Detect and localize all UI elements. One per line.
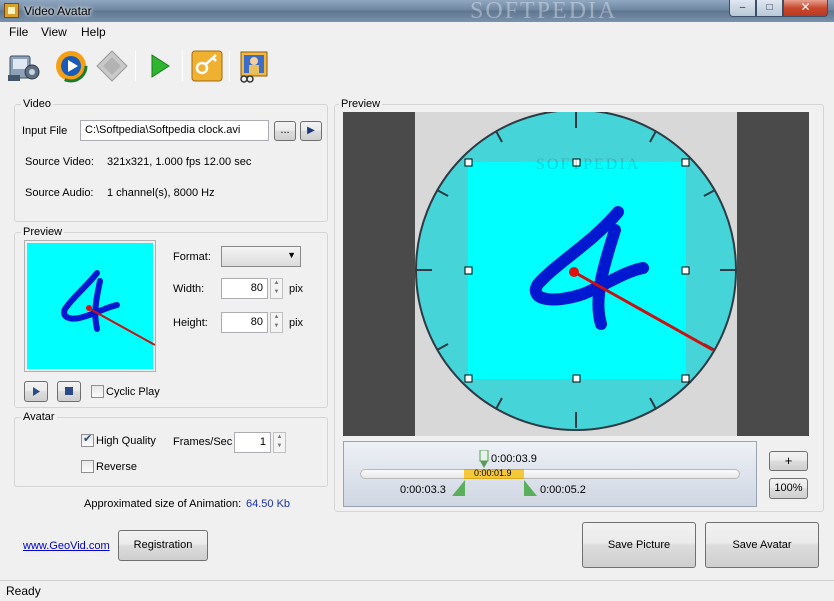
play-media-icon (54, 49, 88, 83)
end-time: 0:00:05.2 (540, 484, 586, 496)
zoom-in-button[interactable]: + (769, 451, 808, 471)
toolbar-separator (229, 51, 230, 81)
stop-disc-icon (96, 50, 128, 82)
play-media-button[interactable] (53, 48, 89, 84)
preview-stop-button[interactable] (57, 381, 81, 402)
high-quality-checkbox[interactable] (81, 432, 94, 447)
height-input[interactable]: 80 (221, 312, 268, 333)
start-marker[interactable] (452, 480, 466, 496)
preview-watermark: SOFTPEDIA (536, 156, 641, 173)
stop-icon (65, 387, 73, 395)
end-marker-icon (524, 480, 537, 496)
registration-button[interactable]: Registration (118, 530, 208, 561)
source-audio-value: 1 channel(s), 8000 Hz (107, 187, 215, 199)
timeline[interactable]: 0:00:01.9 0:00:03.9 0:00:03.3 0:00:05.2 (343, 441, 757, 507)
close-button[interactable]: ✕ (783, 0, 828, 17)
browse-button[interactable]: ... (274, 121, 296, 141)
maximize-button[interactable]: □ (756, 0, 783, 17)
marker-icon (479, 449, 489, 468)
format-dropdown[interactable]: ▼ (221, 246, 301, 267)
preview-group-label: Preview (21, 226, 65, 238)
avatar-preview-image (27, 243, 156, 369)
app-icon (4, 3, 19, 18)
reverse-label: Reverse (96, 461, 137, 473)
chevron-down-icon: ▼ (287, 250, 296, 260)
height-stepper[interactable]: ▲ ▼ (270, 312, 283, 333)
width-unit: pix (289, 283, 304, 295)
width-label: Width: (173, 283, 205, 295)
play-icon (33, 387, 40, 396)
source-video-value: 321x321, 1.000 fps 12.00 sec (107, 156, 252, 168)
toolbar-separator (135, 51, 136, 81)
video-preview-canvas[interactable]: SOFTPEDIA (343, 109, 809, 436)
cyclic-play-label: Cyclic Play (106, 386, 160, 398)
avatar-group-label: Avatar (21, 411, 57, 423)
frames-per-sec-input[interactable]: 1 (234, 432, 271, 453)
menu-bar: File View Help (0, 22, 834, 42)
key-icon (191, 50, 223, 82)
selection-duration: 0:00:01.9 (474, 468, 512, 478)
window-title: Video Avatar (24, 4, 92, 18)
cyclic-play-checkbox[interactable] (91, 385, 104, 398)
start-time: 0:00:03.3 (400, 484, 446, 496)
frames-per-sec-stepper[interactable]: ▲ ▼ (273, 432, 286, 453)
source-audio-label: Source Audio: (25, 187, 94, 199)
current-position-marker[interactable] (479, 449, 489, 468)
toolbar-separator (182, 51, 183, 81)
avatar-preview (24, 240, 156, 372)
app-window: Video Avatar SOFTPEDIA – □ ✕ File View H… (0, 0, 834, 601)
end-marker[interactable] (524, 480, 538, 496)
start-marker-icon (452, 480, 465, 496)
play-button[interactable] (142, 48, 178, 84)
play-icon (151, 54, 170, 78)
input-file-label: Input File (22, 125, 68, 137)
timeline-track[interactable] (360, 469, 740, 479)
title-bar: Video Avatar SOFTPEDIA – □ ✕ (0, 0, 834, 24)
height-label: Height: (173, 317, 208, 329)
minimize-button[interactable]: – (729, 0, 756, 17)
format-label: Format: (173, 251, 211, 263)
current-time: 0:00:03.9 (491, 453, 537, 465)
preview-play-button[interactable] (24, 381, 48, 402)
geovid-link[interactable]: www.GeoVid.com (23, 540, 110, 552)
source-video-label: Source Video: (25, 156, 94, 168)
menu-help[interactable]: Help (81, 25, 106, 39)
width-input[interactable]: 80 (221, 278, 268, 299)
menu-file[interactable]: File (9, 25, 28, 39)
toolbar (0, 43, 834, 91)
avatar-cut-button[interactable] (236, 48, 272, 84)
reverse-checkbox[interactable] (81, 460, 94, 473)
high-quality-label: High Quality (96, 435, 156, 447)
status-text: Ready (6, 584, 41, 598)
approx-size-value: 64.50 Kb (246, 498, 291, 510)
menu-view[interactable]: View (41, 25, 67, 39)
key-button[interactable] (189, 48, 225, 84)
stop-disc-button[interactable] (94, 48, 130, 84)
open-icon (8, 55, 40, 81)
big-preview-label: Preview (339, 98, 383, 110)
input-file-field[interactable]: C:\Softpedia\Softpedia clock.avi (80, 120, 269, 141)
frames-per-sec-label: Frames/Sec (173, 436, 233, 448)
save-avatar-button[interactable]: Save Avatar (705, 522, 819, 568)
play-video-button[interactable]: ▶ (300, 121, 322, 141)
status-bar: Ready (0, 580, 834, 601)
save-picture-button[interactable]: Save Picture (582, 522, 696, 568)
avatar-cut-icon (240, 51, 268, 83)
open-video-button[interactable] (6, 48, 42, 84)
approx-size-label: Approximated size of Animation: (84, 498, 242, 510)
height-unit: pix (289, 317, 304, 329)
width-stepper[interactable]: ▲ ▼ (270, 278, 283, 299)
video-group-label: Video (21, 98, 53, 110)
zoom-level-button[interactable]: 100% (769, 478, 808, 499)
